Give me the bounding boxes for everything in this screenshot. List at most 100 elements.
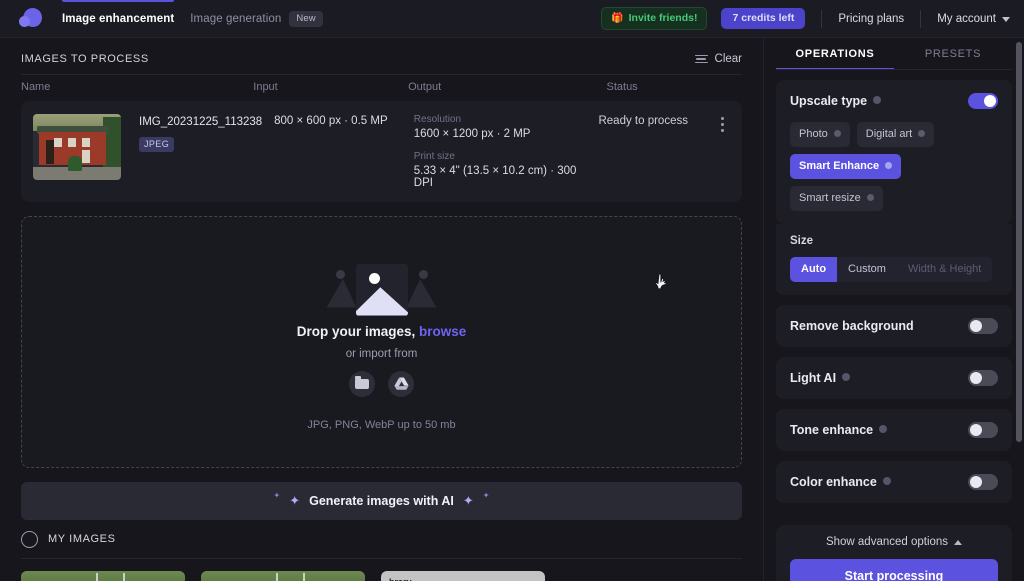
chevron-down-icon xyxy=(1002,17,1010,22)
folder-import-button[interactable] xyxy=(349,370,375,397)
upscale-type-card: Upscale type Photo Digital art Smart Enh… xyxy=(776,80,1012,224)
my-images-header: MY IMAGES xyxy=(21,520,742,558)
tone-enhance-label: Tone enhance xyxy=(790,423,874,437)
color-enhance-label: Color enhance xyxy=(790,475,877,489)
tab-image-enhancement[interactable]: Image enhancement xyxy=(62,0,175,38)
chip-photo[interactable]: Photo xyxy=(790,122,850,147)
tone-enhance-card: Tone enhance xyxy=(776,409,1012,451)
tab-image-generation-label: Image generation xyxy=(190,12,282,25)
file-name: IMG_20231225_113238 xyxy=(139,116,263,128)
tone-enhance-toggle[interactable] xyxy=(968,422,998,438)
logo-blob-small xyxy=(19,15,30,27)
print-size-label: Print size xyxy=(413,151,455,162)
tab-operations-label: OPERATIONS xyxy=(795,48,875,60)
row-more-options-button[interactable] xyxy=(716,114,730,189)
image-placeholder-icon xyxy=(326,254,437,316)
tab-presets[interactable]: PRESETS xyxy=(894,38,1012,70)
document-card-title: brary xyxy=(389,577,412,581)
file-thumbnail[interactable] xyxy=(33,114,121,180)
my-images-label: MY IMAGES xyxy=(48,533,116,545)
tab-operations[interactable]: OPERATIONS xyxy=(776,38,894,70)
size-option-custom[interactable]: Custom xyxy=(837,257,897,282)
generate-banner-label: Generate images with AI xyxy=(309,494,454,508)
size-label: Size xyxy=(790,235,814,247)
chevron-up-icon xyxy=(954,539,963,545)
list-item[interactable]: brary xyxy=(381,571,545,581)
chip-smart-resize[interactable]: Smart resize xyxy=(790,186,883,211)
google-drive-icon xyxy=(393,377,409,390)
info-icon[interactable] xyxy=(842,373,851,381)
sparkle-icon: ✦ xyxy=(482,490,490,500)
page-title: IMAGES TO PROCESS xyxy=(21,53,149,65)
browse-link[interactable]: browse xyxy=(419,324,466,339)
info-icon[interactable] xyxy=(885,161,893,169)
file-format-badge: JPEG xyxy=(139,137,175,152)
info-icon[interactable] xyxy=(866,193,874,201)
invite-friends-button[interactable]: 🎁 Invite friends! xyxy=(601,7,708,30)
start-processing-button[interactable]: Start processing xyxy=(790,559,998,581)
table-row[interactable]: IMG_20231225_113238 JPEG 800 × 600 px · … xyxy=(21,101,742,202)
pricing-plans-label: Pricing plans xyxy=(838,12,905,25)
gift-icon: 🎁 xyxy=(611,12,624,24)
clear-button[interactable]: Clear xyxy=(694,53,742,65)
color-enhance-card: Color enhance xyxy=(776,461,1012,503)
resolution-label: Resolution xyxy=(413,114,462,125)
app-logo[interactable] xyxy=(0,0,62,38)
chip-smart-resize-label: Smart resize xyxy=(799,192,861,204)
chip-digital-art-label: Digital art xyxy=(865,128,913,140)
show-advanced-options-button[interactable]: Show advanced options xyxy=(790,536,998,559)
list-item[interactable] xyxy=(201,571,365,581)
light-ai-card: Light AI xyxy=(776,357,1012,399)
file-meta: IMG_20231225_113238 JPEG xyxy=(139,114,274,189)
image-dropzone[interactable]: Drop your images, browse or import from … xyxy=(21,216,742,468)
upscale-type-options: Photo Digital art Smart Enhance Smart re… xyxy=(790,122,998,211)
list-item[interactable] xyxy=(21,571,185,581)
credits-badge[interactable]: 7 credits left xyxy=(721,8,806,29)
size-option-width-height[interactable]: Width & Height xyxy=(897,257,992,282)
resolution-value: 1600 × 1200 px · 2 MP xyxy=(413,128,531,140)
column-header-name: Name xyxy=(21,81,51,93)
divider xyxy=(821,9,823,28)
pricing-plans-link[interactable]: Pricing plans xyxy=(838,13,904,25)
remove-background-toggle[interactable] xyxy=(968,318,998,334)
column-header-status: Status xyxy=(606,81,638,93)
my-images-grid: brary xyxy=(21,559,742,581)
folder-icon xyxy=(355,375,369,389)
primary-nav-tabs: Image enhancement Image generation New xyxy=(62,0,323,38)
size-option-auto[interactable]: Auto xyxy=(790,257,838,282)
import-from-label: or import from xyxy=(345,347,418,360)
upscale-type-toggle[interactable] xyxy=(968,93,998,109)
chip-smart-enhance[interactable]: Smart Enhance xyxy=(790,154,902,179)
info-icon[interactable] xyxy=(873,96,882,104)
tab-presets-label: PRESETS xyxy=(924,48,982,60)
my-images-toggle[interactable] xyxy=(21,530,38,548)
chip-digital-art[interactable]: Digital art xyxy=(856,122,935,147)
tab-image-generation[interactable]: Image generation New xyxy=(190,0,323,38)
invite-friends-label: Invite friends! xyxy=(628,12,698,24)
advanced-and-start-card: Show advanced options Start processing xyxy=(776,525,1012,581)
info-icon[interactable] xyxy=(882,477,891,485)
column-header-input: Input xyxy=(253,81,278,93)
info-icon[interactable] xyxy=(833,129,841,137)
chip-smart-enhance-label: Smart Enhance xyxy=(799,160,880,172)
top-navigation-bar: Image enhancement Image generation New 🎁… xyxy=(0,0,1024,38)
color-enhance-toggle[interactable] xyxy=(968,474,998,490)
light-ai-label: Light AI xyxy=(790,371,837,385)
file-table-header: Name Input Output Status xyxy=(21,74,742,101)
panel-scrollbar[interactable] xyxy=(1016,42,1022,442)
info-icon[interactable] xyxy=(918,129,926,137)
top-bar-actions: 🎁 Invite friends! 7 credits left Pricing… xyxy=(601,7,1024,30)
generate-images-with-ai-button[interactable]: ✦ ✦ Generate images with AI ✦ ✦ xyxy=(21,482,742,520)
info-icon[interactable] xyxy=(879,425,888,433)
panel-tabs: OPERATIONS PRESETS xyxy=(776,38,1012,70)
my-account-menu[interactable]: My account xyxy=(937,13,1010,25)
light-ai-toggle[interactable] xyxy=(968,370,998,386)
images-to-process-header: IMAGES TO PROCESS Clear xyxy=(21,38,742,74)
import-source-buttons xyxy=(349,370,414,397)
size-card: Size Auto Custom Width & Height xyxy=(776,224,1012,295)
sparkle-icon: ✦ xyxy=(273,490,281,500)
sparkle-icon: ✦ xyxy=(289,493,301,508)
divider xyxy=(920,9,922,28)
google-drive-import-button[interactable] xyxy=(388,370,414,397)
my-account-label: My account xyxy=(937,12,996,25)
